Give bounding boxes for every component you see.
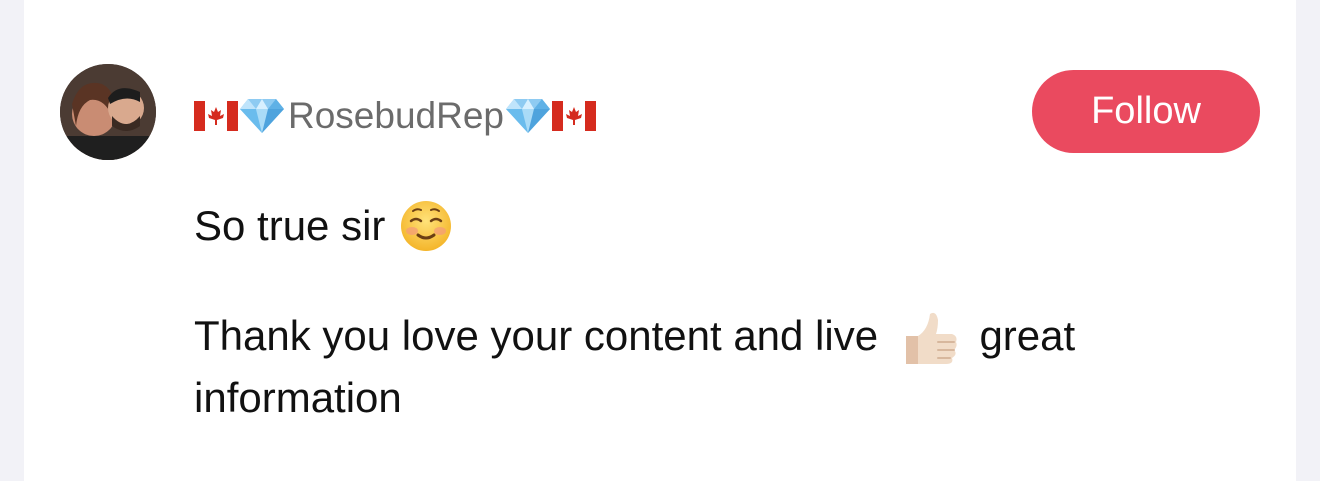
- comment-text-3: information: [194, 373, 402, 421]
- comment-text-2a: Thank you love your content and live: [194, 312, 879, 359]
- username[interactable]: RosebudRep: [288, 95, 504, 137]
- follow-button[interactable]: Follow: [1032, 70, 1260, 153]
- avatar[interactable]: [60, 64, 156, 160]
- comment-line-1: So true sir: [194, 196, 1194, 256]
- gem-icon: [505, 97, 550, 135]
- comment-body: So true sir Thank you love your content …: [194, 196, 1194, 428]
- comment-line-2: Thank you love your content and live gre…: [194, 306, 1194, 368]
- comment-line-3: information: [194, 368, 1194, 428]
- thumbs-up-icon: [900, 310, 960, 368]
- username-row[interactable]: RosebudRep: [194, 93, 598, 139]
- comment-text-1: So true sir: [194, 202, 386, 249]
- smiling-face-icon: [399, 199, 453, 253]
- comment-card: RosebudRep Follow So true sir Thank you …: [24, 0, 1296, 481]
- gem-icon: [240, 97, 284, 135]
- canadian-flag-icon: [194, 101, 238, 131]
- comment-text-2b: great: [979, 312, 1076, 359]
- canadian-flag-icon: [551, 101, 596, 131]
